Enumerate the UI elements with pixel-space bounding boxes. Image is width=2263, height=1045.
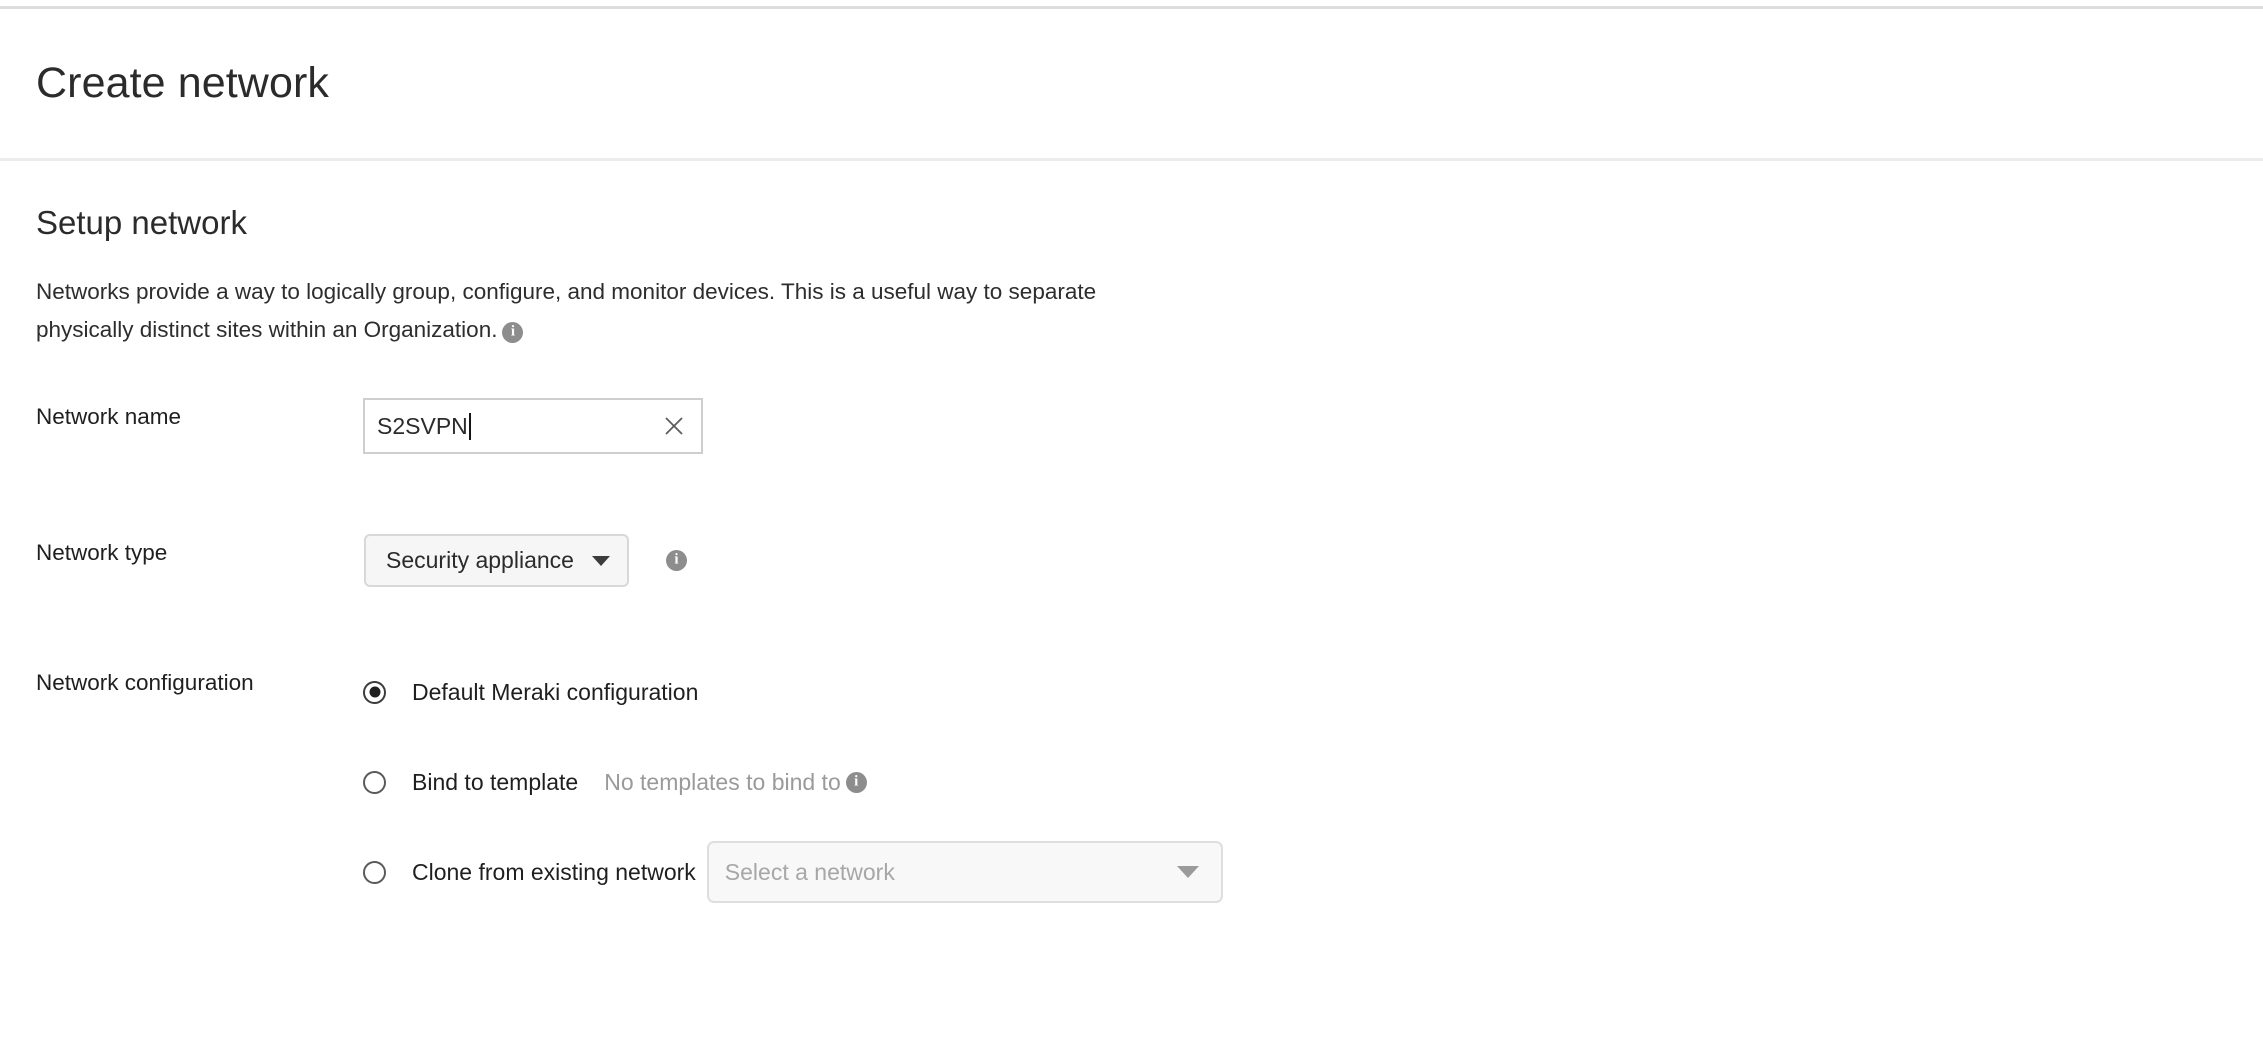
section-description: Networks provide a way to logically grou…: [36, 273, 1336, 349]
clone-network-placeholder: Select a network: [724, 858, 895, 885]
network-name-value-wrap: S2SVPN: [365, 412, 647, 440]
bind-to-template-hint: No templates to bind to i: [604, 769, 867, 796]
info-icon-glyph: i: [510, 323, 516, 340]
radio-button-clone-existing[interactable]: [363, 860, 386, 884]
close-icon: [665, 417, 683, 435]
network-type-label: Network type: [36, 540, 168, 565]
network-configuration-label: Network configuration: [36, 670, 254, 695]
radio-option-default-meraki[interactable]: Default Meraki configuration: [363, 664, 1223, 720]
network-name-input[interactable]: S2SVPN: [363, 398, 703, 454]
bind-to-template-info-glyph: i: [854, 773, 859, 789]
network-type-info-glyph: i: [674, 551, 679, 568]
section-title: Setup network: [36, 204, 247, 241]
page-header: Create network: [0, 9, 2263, 158]
section-description-line-2: physically distinct sites within an Orga…: [36, 317, 498, 342]
network-type-selected-value: Security appliance: [386, 547, 574, 573]
bind-to-template-hint-text: No templates to bind to: [604, 768, 841, 795]
network-name-label: Network name: [36, 404, 182, 429]
network-type-dropdown[interactable]: Security appliance: [364, 534, 629, 587]
radio-button-default-meraki[interactable]: [363, 680, 386, 704]
network-configuration-radio-group: Default Meraki configuration Bind to tem…: [363, 664, 1223, 903]
section-description-line-2-wrap: physically distinct sites within an Orga…: [36, 311, 1336, 349]
radio-button-bind-to-template[interactable]: [363, 770, 386, 794]
radio-option-clone-existing[interactable]: Clone from existing network Select a net…: [363, 841, 1223, 903]
chevron-down-icon: [591, 555, 610, 566]
bind-to-template-info-icon[interactable]: i: [845, 771, 867, 793]
network-name-value: S2SVPN: [377, 412, 468, 439]
network-name-row: Network name S2SVPN: [0, 398, 2263, 498]
section-description-line-1: Networks provide a way to logically grou…: [36, 279, 1097, 304]
radio-label-default-meraki: Default Meraki configuration: [412, 678, 699, 705]
radio-label-clone-existing: Clone from existing network: [412, 858, 696, 885]
network-type-row: Network type Security appliance i: [0, 534, 2263, 634]
network-type-info-icon[interactable]: i: [666, 550, 687, 571]
chevron-down-icon: [1176, 866, 1199, 878]
radio-option-bind-to-template[interactable]: Bind to template No templates to bind to…: [363, 754, 1223, 810]
text-cursor: [468, 412, 471, 440]
main-content: Setup network Networks provide a way to …: [0, 161, 2263, 1045]
radio-label-bind-to-template: Bind to template: [412, 768, 579, 795]
info-icon[interactable]: i: [502, 322, 524, 343]
clear-network-name-button[interactable]: [647, 400, 701, 452]
clone-network-select[interactable]: Select a network: [706, 841, 1223, 903]
page-title: Create network: [36, 59, 329, 107]
